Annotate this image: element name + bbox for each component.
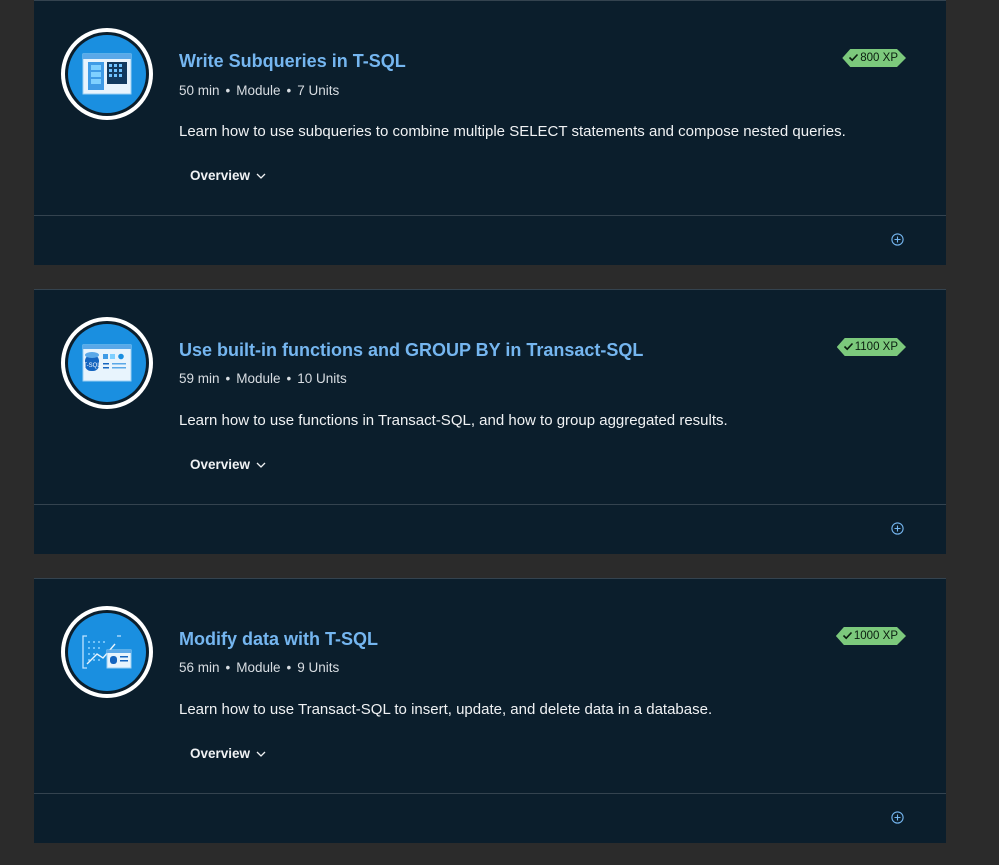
overview-label: Overview <box>190 457 251 472</box>
module-card-body: Modify data with T-SQL 56 min • Module • 9 U… <box>34 579 946 794</box>
chevron-down-icon <box>256 462 266 468</box>
module-card-body: Write Subqueries in T-SQL 50 min • Module •… <box>34 1 946 216</box>
module-duration: 50 min <box>179 83 220 98</box>
chevron-down-icon <box>256 751 266 757</box>
module-description: Learn how to use functions in Transact-S… <box>179 412 728 429</box>
overview-toggle[interactable]: Overview <box>190 457 266 472</box>
module-duration: 59 min <box>179 371 220 386</box>
xp-badge: 800 XP <box>842 49 906 67</box>
module-meta: 50 min • Module • 7 Units <box>179 83 340 98</box>
overview-label: Overview <box>190 168 251 183</box>
module-units: 7 Units <box>297 83 340 98</box>
add-collection-icon[interactable] <box>891 233 904 246</box>
module-card: Write Subqueries in T-SQL 50 min • Module •… <box>34 0 946 265</box>
xp-value: 1100 XP <box>854 341 898 353</box>
chevron-down-icon <box>256 173 266 179</box>
module-card: T-SQL Use built-in functions and GROUP B… <box>34 289 946 554</box>
module-type: Module <box>236 660 281 675</box>
module-card: Modify data with T-SQL 56 min • Module • 9 U… <box>34 578 946 843</box>
module-title[interactable]: Modify data with T-SQL <box>179 629 378 650</box>
module-description: Learn how to use subqueries to combine m… <box>179 123 846 140</box>
module-meta: 56 min • Module • 9 Units <box>179 660 340 675</box>
overview-toggle[interactable]: Overview <box>190 746 266 761</box>
module-title[interactable]: Use built-in functions and GROUP BY in T… <box>179 340 643 361</box>
check-icon <box>842 630 853 641</box>
check-icon <box>843 341 854 352</box>
module-card-footer <box>34 216 946 265</box>
module-card-footer <box>34 505 946 554</box>
module-card-footer <box>34 794 946 843</box>
module-description: Learn how to use Transact-SQL to insert,… <box>179 701 713 718</box>
xp-badge: 1000 XP <box>836 627 906 645</box>
svg-text:T-SQL: T-SQL <box>83 363 101 369</box>
module-units: 10 Units <box>297 371 347 386</box>
add-collection-icon[interactable] <box>891 811 904 824</box>
xp-badge: 1100 XP <box>837 338 906 356</box>
modify-data-icon <box>61 606 153 698</box>
module-duration: 56 min <box>179 660 220 675</box>
check-icon <box>848 52 859 63</box>
module-card-body: T-SQL Use built-in functions and GROUP B… <box>34 290 946 505</box>
module-title[interactable]: Write Subqueries in T-SQL <box>179 51 406 72</box>
overview-toggle[interactable]: Overview <box>190 168 266 183</box>
module-units: 9 Units <box>297 660 340 675</box>
xp-value: 800 XP <box>860 52 898 64</box>
module-meta: 59 min • Module • 10 Units <box>179 371 347 386</box>
subquery-icon <box>61 28 153 120</box>
tsql-functions-icon: T-SQL <box>61 317 153 409</box>
module-type: Module <box>236 371 281 386</box>
overview-label: Overview <box>190 746 251 761</box>
xp-value: 1000 XP <box>853 630 898 642</box>
add-collection-icon[interactable] <box>891 522 904 535</box>
module-type: Module <box>236 83 281 98</box>
